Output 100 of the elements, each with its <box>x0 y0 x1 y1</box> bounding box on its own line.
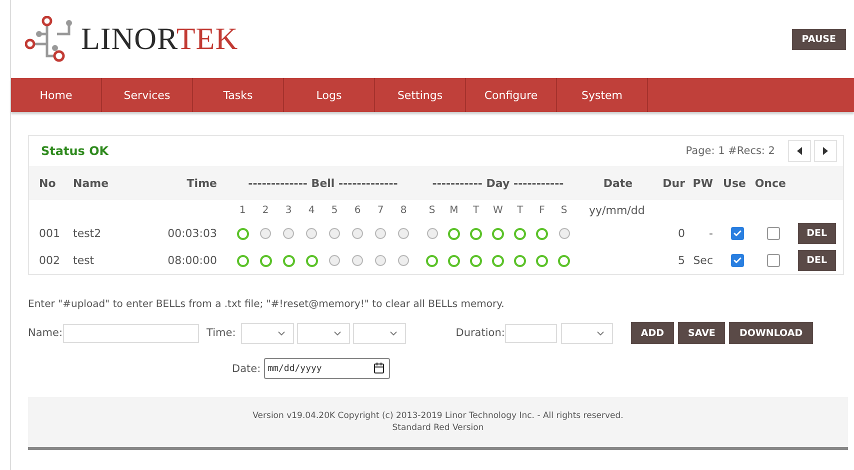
hint-text: Enter "#upload" to enter BELLs from a .txt file; "#!reset@memory!" to clear all BELLs memory. <box>28 299 506 310</box>
date-format: yy/mm/dd <box>588 204 646 216</box>
day-letter: S <box>560 204 568 216</box>
column-header: ----------- Day ----------- <box>431 176 565 190</box>
day-indicator[interactable] <box>514 228 526 240</box>
nav-item[interactable]: Home <box>11 78 102 112</box>
bell-number: 2 <box>261 204 270 216</box>
bell-indicator[interactable] <box>306 254 318 266</box>
status-text: Status OK <box>41 144 109 158</box>
bell-number: 3 <box>284 204 293 216</box>
column-header: Dur <box>662 176 685 190</box>
footer-text: Version v19.04.20K Copyright (c) 2013-2019 Linor Technology Inc. - All rights reserved. <box>252 410 624 422</box>
bell-indicator[interactable] <box>398 254 409 266</box>
bell-indicator[interactable] <box>329 254 340 266</box>
delete-button[interactable]: DEL <box>798 250 836 271</box>
use-checkbox[interactable] <box>731 254 744 267</box>
column-header: Once <box>754 176 786 190</box>
download-button[interactable]: DOWNLOAD <box>729 322 813 344</box>
nav-item[interactable]: System <box>557 78 648 112</box>
duration-field[interactable] <box>504 324 557 342</box>
use-checkbox[interactable] <box>731 227 744 240</box>
pause-button[interactable]: PAUSE <box>792 28 846 50</box>
table-cell-text: - <box>708 227 713 240</box>
nav-item[interactable]: Services <box>102 78 193 112</box>
duration-label: Duration: <box>456 327 505 339</box>
table-cell-text: 001 <box>39 227 61 240</box>
date-field[interactable]: mm/dd/yyyy <box>264 358 390 379</box>
bell-number: 8 <box>399 204 408 216</box>
bell-indicator[interactable] <box>282 254 294 266</box>
day-indicator[interactable] <box>536 228 548 240</box>
bell-indicator[interactable] <box>306 228 317 238</box>
check-icon <box>733 256 742 265</box>
bell-indicator[interactable] <box>236 254 248 266</box>
time-label: Time: <box>206 327 236 339</box>
bell-number: 7 <box>376 204 385 216</box>
bell-indicator[interactable] <box>375 254 386 266</box>
day-indicator[interactable] <box>448 228 460 240</box>
dropdown-field[interactable] <box>296 322 350 344</box>
bell-indicator[interactable] <box>352 228 363 238</box>
table-cell-text: 002 <box>39 254 61 267</box>
day-indicator[interactable] <box>426 228 438 238</box>
day-letter: M <box>448 204 460 216</box>
table-cell-text: 0 <box>677 227 685 240</box>
nav-item[interactable]: Logs <box>284 78 375 112</box>
name-field[interactable] <box>62 324 199 342</box>
day-indicator[interactable] <box>492 254 504 266</box>
left-arrow-icon <box>797 147 802 155</box>
table-cell-text: 08:00:00 <box>166 254 217 267</box>
footer-text: Standard Red Version <box>392 422 484 434</box>
dropdown-field[interactable] <box>352 322 406 344</box>
nav-item[interactable]: Settings <box>375 78 466 112</box>
day-letter: S <box>428 204 436 216</box>
column-header: Name <box>73 176 110 190</box>
bell-indicator[interactable] <box>352 254 363 266</box>
column-header: No <box>39 176 57 190</box>
day-indicator[interactable] <box>426 254 438 266</box>
day-indicator[interactable] <box>470 228 482 240</box>
day-indicator[interactable] <box>448 254 460 266</box>
day-indicator[interactable] <box>514 254 526 266</box>
table-cell-text: 00:03:03 <box>166 227 217 240</box>
bell-indicator[interactable] <box>329 228 340 238</box>
bell-indicator[interactable] <box>283 228 294 238</box>
right-arrow-icon <box>823 147 828 155</box>
column-header: Use <box>722 176 746 190</box>
once-checkbox[interactable] <box>767 227 780 240</box>
paging-text: Page: 1 #Recs: 2 <box>686 145 775 157</box>
column-header: Time <box>186 176 217 190</box>
day-indicator[interactable] <box>492 228 504 240</box>
column-header: ------------- Bell ------------- <box>247 176 399 190</box>
day-indicator[interactable] <box>558 228 570 238</box>
bell-indicator[interactable] <box>260 254 272 266</box>
previous-page-button[interactable] <box>788 140 811 162</box>
bell-number: 6 <box>353 204 362 216</box>
day-indicator[interactable] <box>470 254 482 266</box>
day-letter: T <box>472 204 480 216</box>
delete-button[interactable]: DEL <box>798 223 836 244</box>
save-button[interactable]: SAVE <box>678 322 726 344</box>
bell-number: 5 <box>330 204 339 216</box>
day-indicator[interactable] <box>536 254 548 266</box>
table-cell-text: test2 <box>73 227 102 240</box>
table-cell-text: test <box>73 254 96 267</box>
name-label: Name: <box>28 327 63 339</box>
bell-indicator[interactable] <box>398 228 409 238</box>
dropdown-field[interactable] <box>240 322 294 344</box>
dropdown-field[interactable] <box>560 322 613 344</box>
next-page-button[interactable] <box>814 140 837 162</box>
day-letter: F <box>538 204 546 216</box>
nav-item[interactable]: Configure <box>466 78 557 112</box>
nav-item[interactable]: Tasks <box>193 78 284 112</box>
logo-text: LINORTEK <box>81 21 238 57</box>
check-icon <box>733 229 742 238</box>
once-checkbox[interactable] <box>767 254 780 267</box>
bell-indicator[interactable] <box>236 228 248 240</box>
bell-indicator[interactable] <box>375 228 386 238</box>
bell-indicator[interactable] <box>260 228 271 238</box>
add-button[interactable]: ADD <box>630 322 674 344</box>
date-label: Date: <box>232 362 261 374</box>
table-cell-text: Sec <box>692 254 713 267</box>
bell-number: 4 <box>307 204 316 216</box>
day-indicator[interactable] <box>558 254 570 266</box>
